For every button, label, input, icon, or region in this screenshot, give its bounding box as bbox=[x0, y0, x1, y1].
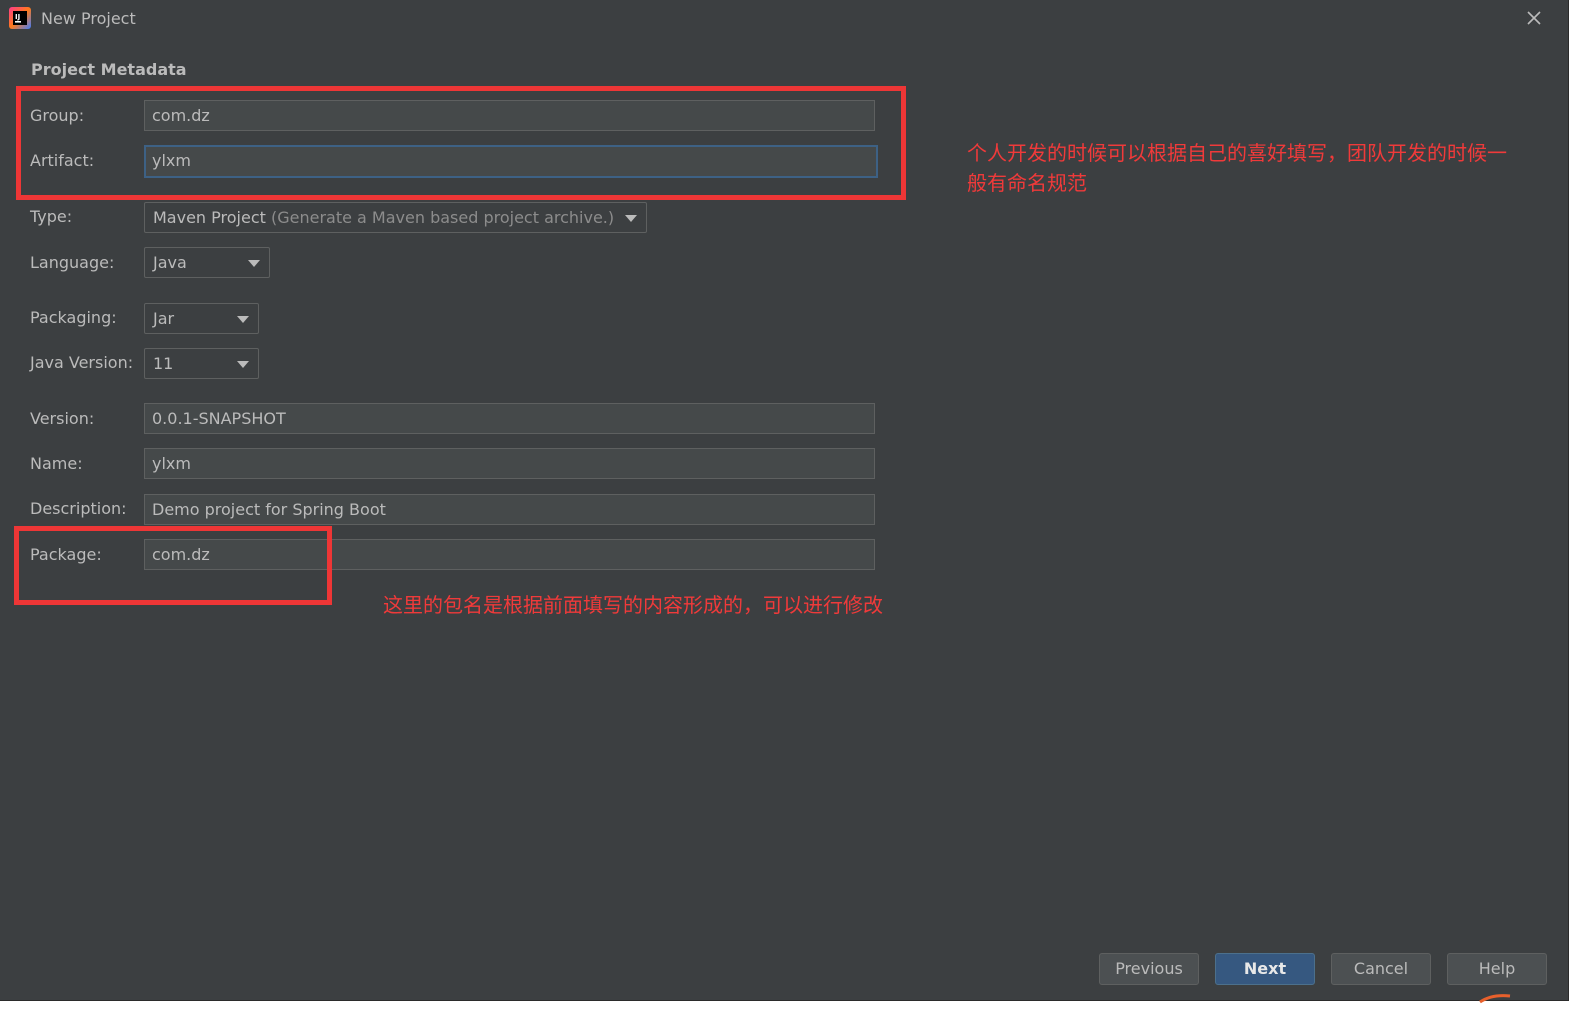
version-field[interactable]: 0.0.1-SNAPSHOT bbox=[144, 403, 875, 434]
section-title: Project Metadata bbox=[31, 60, 187, 79]
previous-button[interactable]: Previous bbox=[1099, 953, 1199, 985]
close-icon[interactable] bbox=[1524, 8, 1544, 28]
type-hint: (Generate a Maven based project archive.… bbox=[270, 208, 615, 227]
type-label: Type: bbox=[30, 207, 73, 226]
title-bar: IJ New Project bbox=[0, 0, 1568, 38]
packaging-value: Jar bbox=[153, 309, 175, 328]
chevron-down-icon bbox=[248, 260, 260, 267]
java-version-combobox[interactable]: 11 bbox=[144, 348, 259, 379]
chevron-down-icon bbox=[625, 215, 637, 222]
svg-text:IJ: IJ bbox=[15, 13, 20, 21]
name-field[interactable]: ylxm bbox=[144, 448, 875, 479]
new-project-dialog: IJ New Project Project Metadata Group: c… bbox=[0, 0, 1569, 1001]
chevron-down-icon bbox=[237, 361, 249, 368]
group-artifact-highlight-box bbox=[16, 86, 906, 200]
group-annotation-line2: 般有命名规范 bbox=[967, 171, 1087, 195]
language-label: Language: bbox=[30, 253, 115, 272]
intellij-app-icon: IJ bbox=[9, 7, 31, 29]
java-version-value: 11 bbox=[153, 354, 174, 373]
description-field[interactable]: Demo project for Spring Boot bbox=[144, 494, 875, 525]
type-combobox[interactable]: Maven Project (Generate a Maven based pr… bbox=[144, 202, 647, 233]
window-title: New Project bbox=[41, 9, 136, 28]
version-label: Version: bbox=[30, 409, 95, 428]
cursor-stroke-mark bbox=[1479, 994, 1511, 1004]
java-version-label: Java Version: bbox=[30, 353, 134, 372]
chevron-down-icon bbox=[237, 316, 249, 323]
description-label: Description: bbox=[30, 499, 127, 518]
packaging-label: Packaging: bbox=[30, 308, 117, 327]
package-highlight-box bbox=[14, 526, 332, 605]
type-value: Maven Project bbox=[153, 208, 266, 227]
package-annotation: 这里的包名是根据前面填写的内容形成的，可以进行修改 bbox=[383, 593, 883, 617]
name-label: Name: bbox=[30, 454, 83, 473]
next-button[interactable]: Next bbox=[1215, 953, 1315, 985]
help-button[interactable]: Help bbox=[1447, 953, 1547, 985]
language-combobox[interactable]: Java bbox=[144, 247, 270, 278]
group-annotation-line1: 个人开发的时候可以根据自己的喜好填写，团队开发的时候一 bbox=[967, 141, 1507, 165]
language-value: Java bbox=[153, 253, 187, 272]
group-annotation: 个人开发的时候可以根据自己的喜好填写，团队开发的时候一 般有命名规范 bbox=[967, 138, 1557, 198]
cancel-button[interactable]: Cancel bbox=[1331, 953, 1431, 985]
packaging-combobox[interactable]: Jar bbox=[144, 303, 259, 334]
